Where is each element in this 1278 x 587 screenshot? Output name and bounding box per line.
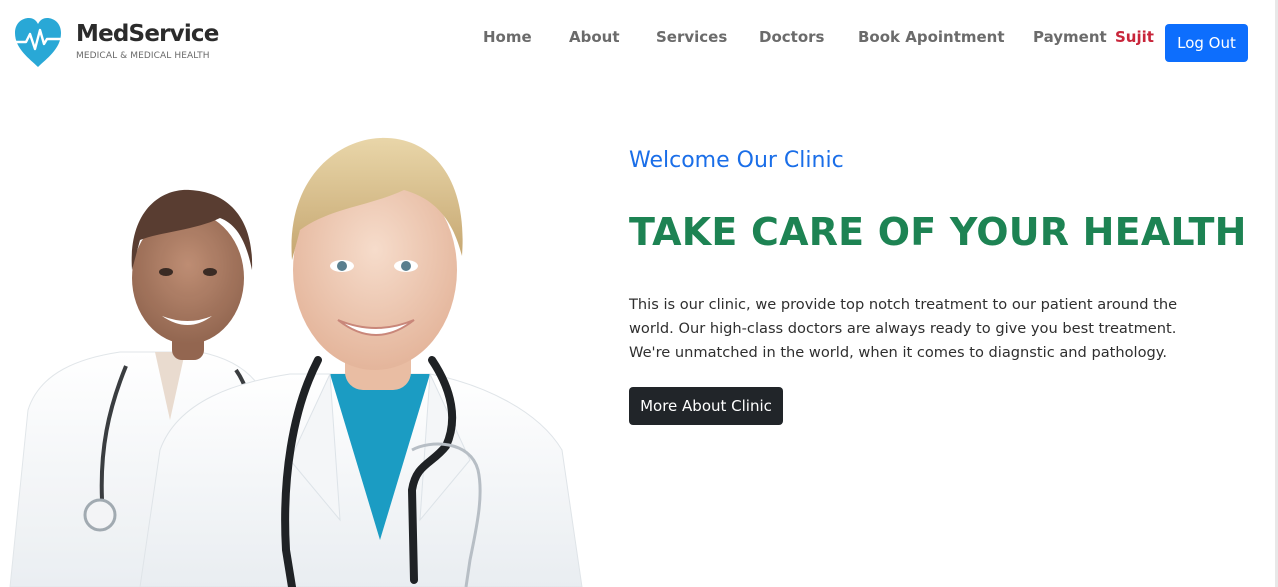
doctors-illustration [9, 137, 583, 587]
hero-content: Welcome Our Clinic TAKE CARE OF YOUR HEA… [629, 146, 1247, 425]
hero-description: This is our clinic, we provide top notch… [629, 296, 1178, 361]
nav-item-about[interactable]: About [569, 28, 620, 46]
nav-item-doctors[interactable]: Doctors [759, 28, 824, 46]
nav-links: Home About Services Doctors Book Apointm… [0, 28, 1278, 48]
hero-image [0, 120, 600, 587]
nav-item-home[interactable]: Home [483, 28, 532, 46]
nav-item-book-appointment[interactable]: Book Apointment [858, 28, 1005, 46]
nav-item-payment[interactable]: Payment [1033, 28, 1107, 46]
navbar: MedService MEDICAL & MEDICAL HEALTH Home… [0, 0, 1278, 80]
more-about-clinic-button[interactable]: More About Clinic [629, 387, 783, 425]
hero-title: TAKE CARE OF YOUR HEALTH [629, 210, 1247, 254]
hero-subtitle: Welcome Our Clinic [629, 148, 844, 173]
user-name: Sujit [1115, 28, 1154, 46]
logout-button[interactable]: Log Out [1165, 24, 1248, 62]
brand-tagline: MEDICAL & MEDICAL HEALTH [76, 51, 210, 61]
nav-item-services[interactable]: Services [656, 28, 727, 46]
